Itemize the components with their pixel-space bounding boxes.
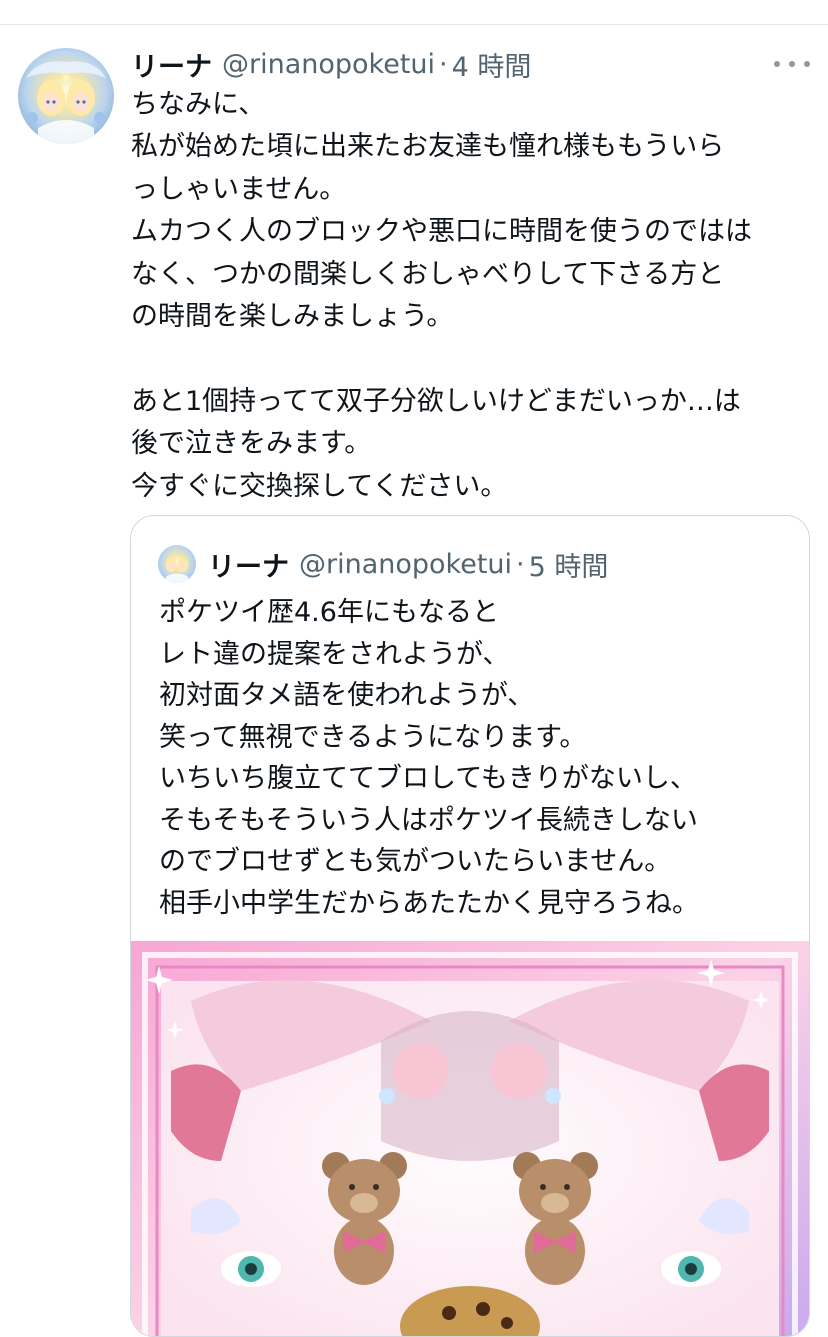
tweet-line: 後で泣きをみます。: [131, 428, 372, 460]
tweet-line: の時間を楽しみましょう。: [131, 301, 454, 333]
more-dot: [789, 61, 795, 67]
author-name[interactable]: リーナ: [131, 45, 212, 84]
separator-dot: ·: [439, 48, 448, 80]
quoted-image-art: [131, 941, 809, 1336]
quoted-line: 笑って無視できるようになります。: [159, 721, 587, 753]
quoted-tweet-card[interactable]: リーナ @rinanopoketui · 5 時間 ポケツイ歴4.6年にもなると…: [130, 515, 810, 1337]
quoted-text: ポケツイ歴4.6年にもなると レト違の提案をされようが、 初対面タメ語を使われよ…: [159, 592, 799, 924]
tweet-line: ムカつく人のブロックや悪口に時間を使うのではは: [131, 216, 752, 248]
quoted-avatar: [158, 545, 196, 583]
tweet-line: 今すぐに交換探してください。: [131, 470, 508, 502]
tweet-blank-line: [131, 338, 806, 380]
tweet-header: リーナ @rinanopoketui · 4 時間: [131, 45, 532, 84]
avatar[interactable]: [18, 48, 114, 144]
quoted-line: そもそもそういう人はポケツイ長続きしない: [159, 804, 698, 836]
quoted-line: 初対面タメ語を使われようが、: [159, 680, 535, 711]
more-dot: [774, 61, 780, 67]
quoted-header: リーナ @rinanopoketui · 5 時間: [208, 546, 609, 583]
quoted-line: ポケツイ歴4.6年にもなると: [159, 597, 499, 628]
avatar-art: [26, 61, 106, 144]
tweet-line: なく、つかの間楽しくおしゃべりして下さる方と: [131, 258, 725, 290]
quoted-timestamp: 5 時間: [528, 551, 609, 583]
quoted-avatar-art: [165, 557, 189, 583]
quoted-line: のでブロせずとも気がついたらいません。: [159, 846, 672, 877]
quoted-line: 相手小中学生だからあたたかく見守ろうね。: [159, 887, 699, 919]
tweet-text: ちなみに、 私が始めた頃に出来たお友達も憧れ様ももういら っしゃいません。 ムカ…: [131, 84, 806, 508]
quoted-image[interactable]: [131, 941, 809, 1336]
quoted-author-handle: @rinanopoketui: [299, 548, 513, 580]
tweet-line: っしゃいません。: [131, 173, 347, 205]
more-horizontal-icon[interactable]: [774, 52, 810, 76]
author-handle[interactable]: @rinanopoketui: [222, 49, 435, 80]
tweet-line: ちなみに、: [131, 89, 266, 120]
top-divider: [0, 24, 828, 25]
more-dot: [804, 61, 810, 67]
tweet-line: 私が始めた頃に出来たお友達も憧れ様ももういら: [131, 131, 725, 163]
tweet-line: あと1個持ってて双子分欲しいけどまだいっか…は: [131, 385, 741, 417]
quoted-separator-dot: ·: [516, 548, 525, 580]
tweet-timestamp[interactable]: 4 時間: [452, 45, 532, 84]
quoted-line: レト違の提案をされようが、: [159, 638, 510, 670]
quoted-author-name: リーナ: [208, 551, 289, 583]
quoted-line: いちいち腹立ててブロしてもきりがないし、: [159, 763, 697, 794]
